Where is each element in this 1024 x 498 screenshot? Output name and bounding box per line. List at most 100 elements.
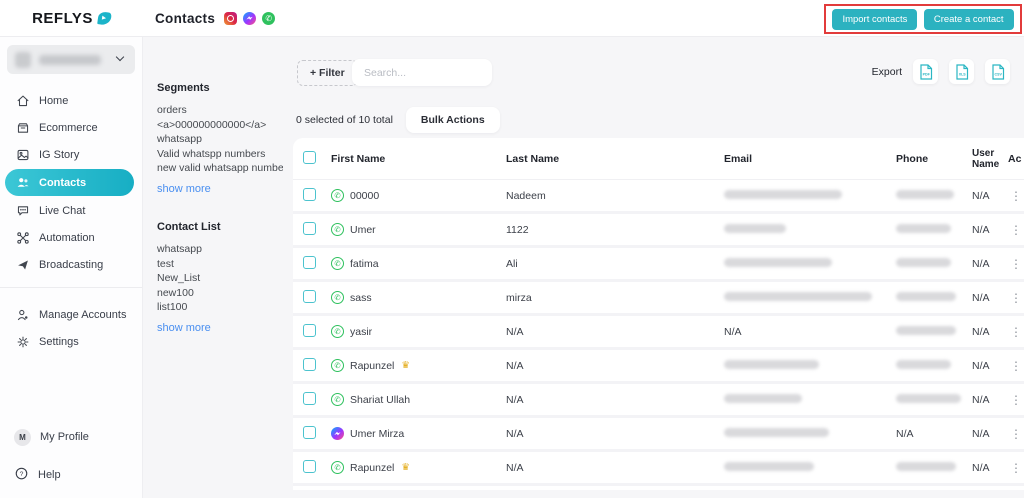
selection-row: 0 selected of 10 total Bulk Actions xyxy=(296,107,500,133)
segment-item[interactable]: Valid whatspp numbers xyxy=(157,147,283,162)
first-name: Umer Mirza xyxy=(350,428,404,440)
email-cell xyxy=(724,190,896,202)
first-name: fatima xyxy=(350,258,379,270)
row-actions-menu[interactable]: ⋮ xyxy=(1008,257,1024,271)
sidebar-item-label: Contacts xyxy=(39,177,86,189)
crown-icon: ♛ xyxy=(401,462,410,473)
row-checkbox[interactable] xyxy=(303,426,316,439)
import-contacts-button[interactable]: Import contacts xyxy=(832,9,917,30)
row-checkbox[interactable] xyxy=(303,460,316,473)
row-checkbox[interactable] xyxy=(303,392,316,405)
row-actions-menu[interactable]: ⋮ xyxy=(1008,291,1024,305)
email-cell-redacted xyxy=(724,224,786,233)
contacts-icon xyxy=(16,176,30,190)
row-checkbox[interactable] xyxy=(303,256,316,269)
sidebar-item-manage-accounts[interactable]: Manage Accounts xyxy=(0,301,142,328)
phone-cell-redacted xyxy=(896,258,951,267)
row-checkbox[interactable] xyxy=(303,324,316,337)
contact-list-item[interactable]: test xyxy=(157,257,283,272)
contact-list-show-more-link[interactable]: show more xyxy=(157,322,211,334)
xls-export-icon[interactable]: XLS xyxy=(949,59,974,84)
row-actions-menu[interactable]: ⋮ xyxy=(1008,359,1024,373)
segment-item[interactable]: new valid whatsapp number xyxy=(157,161,283,176)
help-icon: ? xyxy=(14,466,29,484)
sidebar-item-contacts[interactable]: Contacts xyxy=(5,169,134,196)
row-actions-menu[interactable]: ⋮ xyxy=(1008,189,1024,203)
segment-item[interactable]: orders xyxy=(157,103,283,118)
segments-show-more-link[interactable]: show more xyxy=(157,183,211,195)
sidebar-item-live-chat[interactable]: Live Chat xyxy=(0,197,142,224)
table-row: ✆Shariat UllahN/AN/A⋮ xyxy=(293,384,1024,418)
brand-logo: REFLYS xyxy=(0,10,143,27)
svg-text:?: ? xyxy=(20,471,24,478)
sidebar-item-settings[interactable]: Settings xyxy=(0,328,142,355)
filter-button[interactable]: + Filter xyxy=(297,60,358,86)
pdf-export-icon[interactable]: PDF xyxy=(913,59,938,84)
table-row: ✆Rapunzel♛N/AN/A⋮ xyxy=(293,350,1024,384)
email-cell: N/A xyxy=(724,326,896,338)
email-cell xyxy=(724,360,896,372)
phone-cell-redacted xyxy=(896,224,951,233)
row-actions-menu[interactable]: ⋮ xyxy=(1008,461,1024,475)
first-name-cell: Umer Mirza xyxy=(331,427,506,440)
row-actions-menu[interactable]: ⋮ xyxy=(1008,325,1024,339)
row-checkbox[interactable] xyxy=(303,358,316,371)
contact-list-item[interactable]: New_List xyxy=(157,271,283,286)
first-name-cell: ✆ fatima xyxy=(331,257,506,270)
contact-list-item[interactable]: whatsapp xyxy=(157,242,283,257)
row-checkbox[interactable] xyxy=(303,188,316,201)
sidebar-item-my-profile[interactable]: M My Profile xyxy=(0,422,142,452)
whatsapp-icon: ✆ xyxy=(331,257,344,270)
last-name-cell: N/A xyxy=(506,326,724,338)
search-input[interactable] xyxy=(352,59,492,86)
segments-list: orders<a>000000000000</a>whatsappValid w… xyxy=(157,103,283,176)
sidebar-item-broadcasting[interactable]: Broadcasting xyxy=(0,251,142,278)
segment-item[interactable]: whatsapp xyxy=(157,132,283,147)
first-name-cell: ✆sass xyxy=(331,291,506,304)
settings-icon xyxy=(16,335,30,349)
phone-cell xyxy=(896,224,972,236)
email-cell xyxy=(724,258,896,270)
row-actions-menu[interactable]: ⋮ xyxy=(1008,223,1024,237)
csv-export-icon[interactable]: CSV xyxy=(985,59,1010,84)
table-row: Umer MirzaN/AN/AN/A⋮ xyxy=(293,418,1024,452)
create-contact-button[interactable]: Create a contact xyxy=(924,9,1014,30)
select-all-checkbox[interactable] xyxy=(303,151,316,164)
page-title: Contacts xyxy=(155,11,215,26)
row-actions-menu[interactable]: ⋮ xyxy=(1008,393,1024,407)
first-name-cell: ✆Rapunzel♛ xyxy=(331,461,506,474)
phone-cell xyxy=(896,360,972,372)
contact-list-item[interactable]: new100 xyxy=(157,286,283,301)
row-checkbox[interactable] xyxy=(303,290,316,303)
sidebar-footer: M My Profile ? Help xyxy=(0,422,142,490)
phone-cell xyxy=(896,394,972,406)
row-checkbox[interactable] xyxy=(303,222,316,235)
phone-cell-redacted xyxy=(896,394,961,403)
column-header-ac: Ac xyxy=(1008,153,1024,165)
account-selector[interactable] xyxy=(7,45,135,74)
email-cell-redacted xyxy=(724,394,802,403)
row-actions-menu[interactable]: ⋮ xyxy=(1008,427,1024,441)
sidebar-item-automation[interactable]: Automation xyxy=(0,224,142,251)
phone-cell: N/A xyxy=(896,428,972,440)
phone-cell xyxy=(896,258,972,270)
segment-item[interactable]: <a>000000000000</a> xyxy=(157,118,283,133)
contacts-table: First NameLast NameEmailPhoneUser NameAc… xyxy=(293,138,1024,490)
sidebar-item-ig-story[interactable]: IG Story xyxy=(0,141,142,168)
user-name-cell: N/A xyxy=(972,428,1008,440)
export-label: Export xyxy=(872,66,902,78)
whatsapp-icon: ✆ xyxy=(331,461,344,474)
sidebar-item-ecommerce[interactable]: Ecommerce xyxy=(0,114,142,141)
export-group: Export PDF XLS CSV xyxy=(872,59,1010,84)
contact-list-item[interactable]: list100 xyxy=(157,300,283,315)
first-name: Rapunzel xyxy=(350,360,394,372)
bulk-actions-button[interactable]: Bulk Actions xyxy=(406,107,500,133)
sidebar-nav-secondary: Manage Accounts Settings xyxy=(0,301,142,355)
last-name-cell: N/A xyxy=(506,360,724,372)
sidebar-item-help[interactable]: ? Help xyxy=(0,460,142,490)
sidebar-item-label: Settings xyxy=(39,336,79,348)
sidebar-item-home[interactable]: Home xyxy=(0,87,142,114)
first-name-cell: ✆Shariat Ullah xyxy=(331,393,506,406)
email-cell-redacted xyxy=(724,462,814,471)
svg-text:XLS: XLS xyxy=(958,72,966,76)
